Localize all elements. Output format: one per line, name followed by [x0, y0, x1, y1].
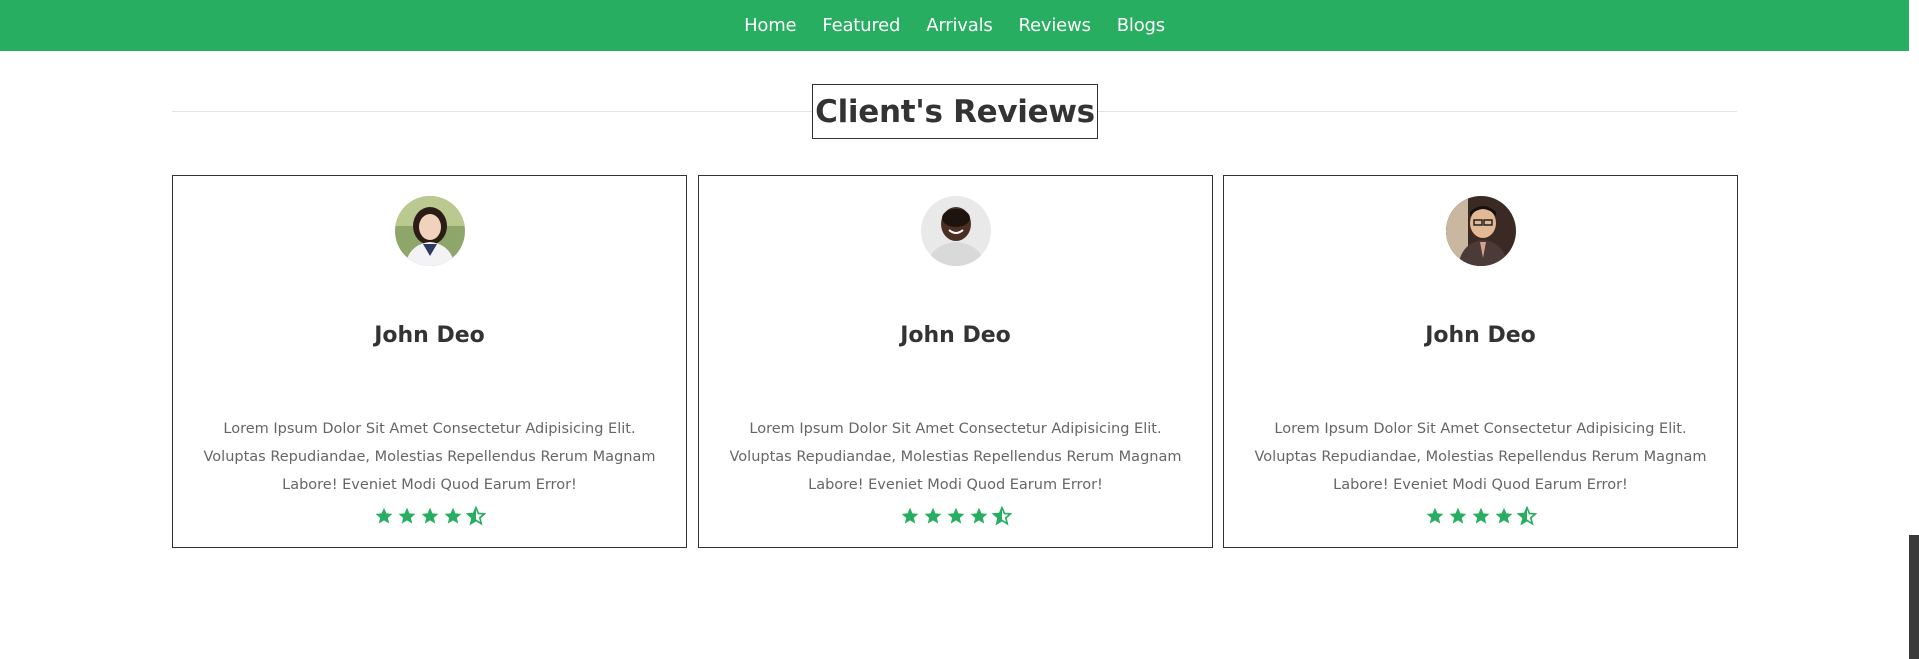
- star-full-icon: [398, 507, 415, 524]
- star-full-icon: [1472, 507, 1489, 524]
- star-full-icon: [1495, 507, 1512, 524]
- review-card: John Deo Lorem Ipsum Dolor Sit Amet Cons…: [172, 175, 687, 548]
- nav-blogs-link[interactable]: Blogs: [1104, 15, 1178, 36]
- star-full-icon: [421, 507, 438, 524]
- star-rating: [173, 506, 686, 526]
- star-full-icon: [970, 507, 987, 524]
- section-title: Client's Reviews: [812, 84, 1098, 139]
- star-half-icon: [465, 506, 486, 526]
- star-full-icon: [1449, 507, 1466, 524]
- nav-arrivals-link[interactable]: Arrivals: [913, 15, 1005, 36]
- star-full-icon: [924, 507, 941, 524]
- reviewer-name: John Deo: [1425, 323, 1536, 348]
- nav-reviews-link[interactable]: Reviews: [1006, 15, 1104, 36]
- section-heading: Client's Reviews: [172, 84, 1737, 139]
- nav-home-link[interactable]: Home: [731, 15, 809, 36]
- review-text: Lorem Ipsum Dolor Sit Amet Consectetur A…: [729, 421, 1182, 493]
- star-full-icon: [444, 507, 461, 524]
- star-half-icon: [991, 506, 1012, 526]
- nav-featured-link[interactable]: Featured: [809, 15, 913, 36]
- review-text: Lorem Ipsum Dolor Sit Amet Consectetur A…: [203, 421, 656, 493]
- star-full-icon: [901, 507, 918, 524]
- avatar: [921, 196, 991, 266]
- star-full-icon: [947, 507, 964, 524]
- star-full-icon: [375, 507, 392, 524]
- top-navbar: Home Featured Arrivals Reviews Blogs: [0, 0, 1909, 51]
- reviewer-name: John Deo: [374, 323, 485, 348]
- star-rating: [1224, 506, 1737, 526]
- review-card: John Deo Lorem Ipsum Dolor Sit Amet Cons…: [1223, 175, 1738, 548]
- star-half-icon: [1516, 506, 1537, 526]
- avatar: [1446, 196, 1516, 266]
- star-full-icon: [1426, 507, 1443, 524]
- review-card: John Deo Lorem Ipsum Dolor Sit Amet Cons…: [698, 175, 1213, 548]
- scrollbar-thumb[interactable]: [1909, 535, 1919, 659]
- avatar: [395, 196, 465, 266]
- star-rating: [699, 506, 1212, 526]
- reviewer-name: John Deo: [900, 323, 1011, 348]
- review-text: Lorem Ipsum Dolor Sit Amet Consectetur A…: [1254, 421, 1707, 493]
